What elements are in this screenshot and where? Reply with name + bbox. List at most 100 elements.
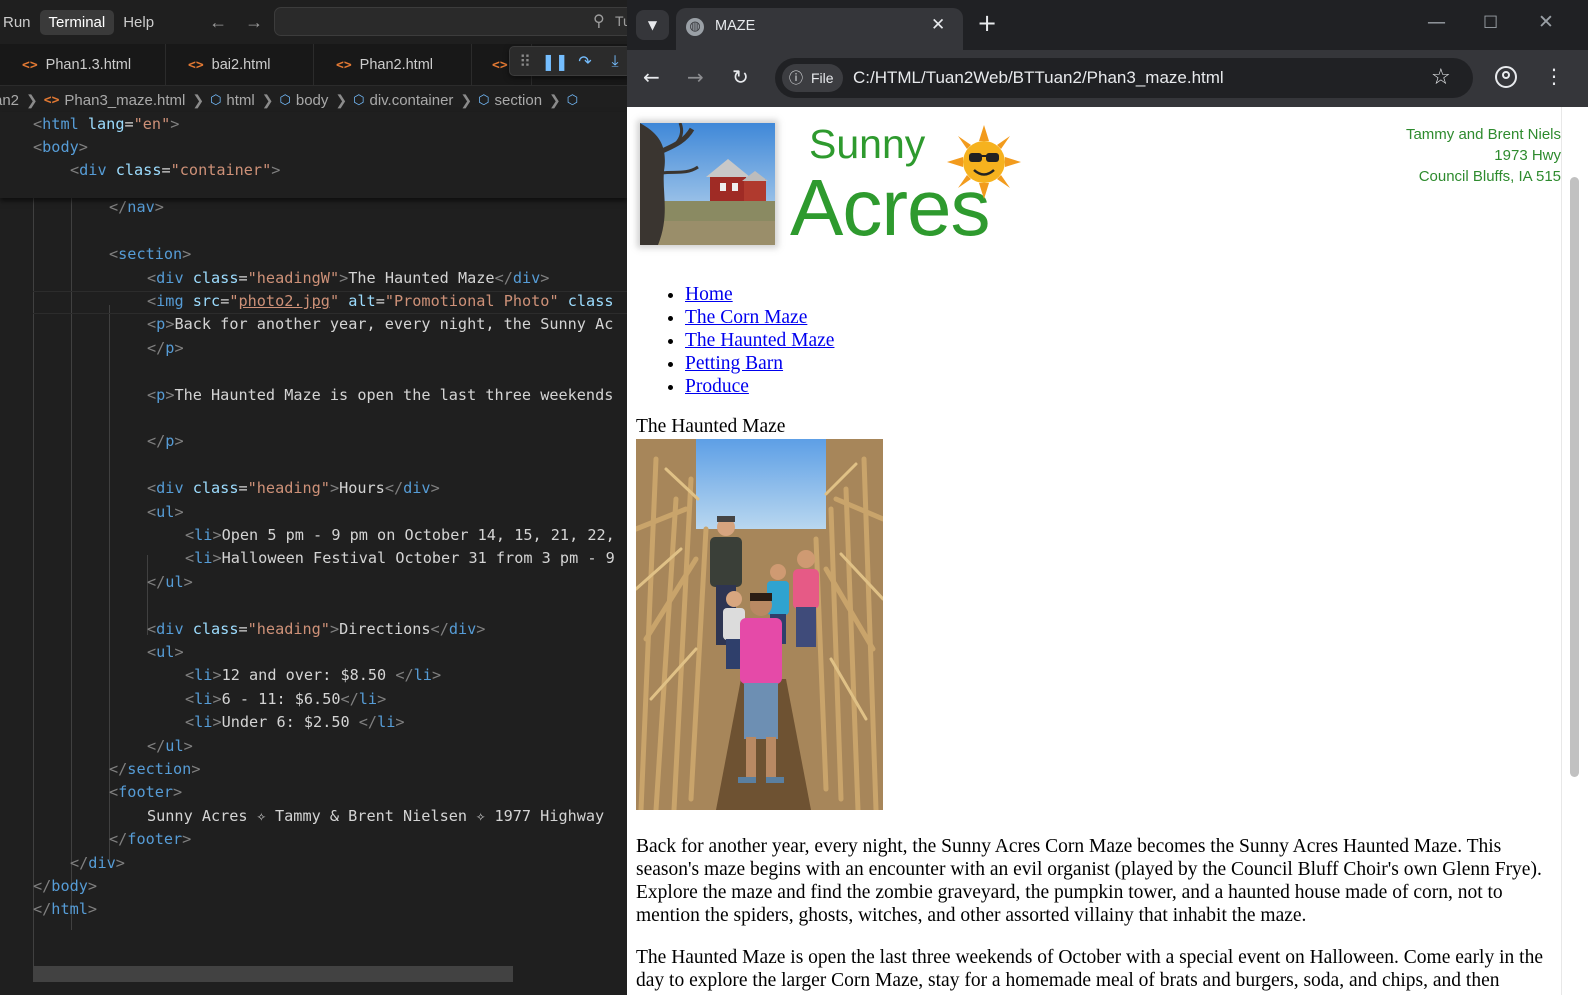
forward-arrow-icon[interactable]: → (245, 12, 263, 33)
code-line[interactable]: <ul> (147, 641, 184, 664)
address-line: Tammy and Brent Niels (1405, 126, 1561, 143)
sticky-code-line[interactable]: <html lang="en"> (33, 113, 179, 136)
breadcrumb-item[interactable]: ⬡ div.container (353, 92, 453, 109)
code-line[interactable]: <div class="heading">Directions</div> (147, 618, 485, 641)
nav-link-home[interactable]: Home (685, 284, 733, 305)
browser-window: ▼ ◍ MAZE ✕ + — ☐ ✕ ← → ↻ ⓘ File C:/HTML/… (627, 0, 1588, 995)
nav-item: Produce (685, 375, 834, 398)
chevron-right-icon: ❯ (192, 91, 205, 108)
code-editor[interactable]: </nav></nav><section><div class="heading… (0, 112, 627, 982)
code-line[interactable]: Sunny Acres ✧ Tammy & Brent Nielsen ✧ 19… (147, 805, 604, 828)
html-file-icon: <> (22, 57, 38, 73)
code-line[interactable]: <footer> (109, 781, 182, 804)
code-line[interactable]: <ul> (147, 501, 184, 524)
menu-terminal[interactable]: Terminal (39, 9, 115, 35)
new-tab-plus-icon[interactable]: + (977, 9, 997, 37)
reload-icon[interactable]: ↻ (732, 65, 749, 89)
breadcrumb-item[interactable]: ⬡ body (280, 92, 329, 109)
breadcrumb-label: an2 (0, 91, 20, 109)
horizontal-scrollbar[interactable] (33, 966, 513, 982)
code-line[interactable]: </ul> (147, 735, 193, 758)
code-line[interactable]: <li>Under 6: $2.50 </li> (185, 711, 405, 734)
nav-link-petting-barn[interactable]: Petting Barn (685, 353, 783, 374)
chevron-right-icon: ❯ (26, 91, 38, 108)
arrow-left-icon[interactable]: ← (643, 65, 660, 89)
element-icon: ⬡ (210, 92, 222, 107)
breadcrumb-item[interactable]: <> Phan3_maze.html (44, 92, 186, 109)
drag-handle-icon[interactable]: ⠿ (510, 52, 540, 71)
code-line[interactable]: <div class="heading">Hours</div> (147, 477, 440, 500)
site-info-chip[interactable]: ⓘ File (782, 64, 843, 92)
nav-link-corn-maze[interactable]: The Corn Maze (685, 307, 807, 328)
minimize-icon[interactable]: — (1427, 11, 1446, 33)
browser-tab[interactable]: ◍ MAZE ✕ (676, 8, 963, 50)
sticky-scroll-header: <html lang="en"> <body> <div class="contai… (0, 112, 627, 198)
pause-icon[interactable]: ❚❚ (540, 52, 570, 71)
sticky-code-line[interactable]: <body> (33, 136, 88, 159)
breadcrumb-label: div.container (369, 91, 454, 109)
chevron-right-icon: ❯ (335, 91, 348, 108)
nav-link-produce[interactable]: Produce (685, 376, 749, 397)
code-line[interactable]: <img src="photo2.jpg" alt="Promotional P… (147, 290, 613, 313)
code-line[interactable]: <section> (109, 243, 191, 266)
paragraph: The Haunted Maze is open the last three … (636, 947, 1543, 991)
step-into-icon[interactable]: ⤓ (600, 51, 627, 71)
maximize-icon[interactable]: ☐ (1483, 13, 1498, 33)
editor-tab[interactable]: <> Phan1.3.html (0, 44, 166, 86)
code-line[interactable]: <li>6 - 11: $6.50</li> (185, 688, 386, 711)
code-line[interactable]: </html> (33, 898, 97, 921)
code-line[interactable]: </div> (70, 852, 125, 875)
editor-tab[interactable]: <> bai2.html (166, 44, 314, 86)
code-line[interactable]: <p>Back for another year, every night, t… (147, 313, 613, 336)
code-line[interactable]: <li>Halloween Festival October 31 from 3… (185, 547, 615, 570)
tab-search-chevron-icon[interactable]: ▼ (636, 10, 669, 40)
indent-guide (71, 175, 72, 930)
nav-item: Petting Barn (685, 352, 834, 375)
profile-icon[interactable] (1495, 66, 1517, 88)
url-text[interactable]: C:/HTML/Tuan2Web/BTTuan2/Phan3_maze.html (853, 68, 1224, 88)
html-file-icon: <> (336, 57, 352, 73)
nav-item: The Corn Maze (685, 306, 834, 329)
code-line[interactable]: </ul> (147, 571, 193, 594)
kebab-menu-icon[interactable]: ⋮ (1544, 64, 1564, 88)
breadcrumb-item[interactable]: ⬡ html (210, 92, 255, 109)
sun-with-sunglasses-icon (947, 125, 1021, 199)
address-block: Tammy and Brent Niels 1973 Hwy Council B… (1347, 124, 1561, 187)
breadcrumb-item[interactable]: an2 (0, 92, 19, 109)
arrow-right-icon[interactable]: → (687, 65, 704, 89)
step-over-icon[interactable]: ↷ (570, 52, 600, 71)
menu-run[interactable]: Run (0, 10, 40, 35)
code-line[interactable]: </section> (109, 758, 200, 781)
scrollbar-thumb[interactable] (1570, 177, 1579, 777)
vertical-scrollbar[interactable] (1561, 107, 1588, 995)
command-center[interactable]: ⚲ Tu (274, 7, 627, 36)
sticky-code-line[interactable]: <div class="container"> (70, 159, 280, 182)
code-line[interactable]: <div class="headingW">The Haunted Maze</… (147, 267, 549, 290)
code-line[interactable]: </footer> (109, 828, 191, 851)
code-line[interactable]: <li>Open 5 pm - 9 pm on October 14, 15, … (185, 524, 615, 547)
code-line[interactable]: </body> (33, 875, 97, 898)
code-line[interactable]: </nav> (109, 196, 164, 219)
breadcrumb-item[interactable]: ⬡ (567, 92, 583, 108)
tab-title: MAZE (715, 18, 756, 34)
address-bar[interactable]: ⓘ File C:/HTML/Tuan2Web/BTTuan2/Phan3_ma… (775, 58, 1473, 98)
code-line[interactable]: </p> (147, 430, 184, 453)
element-icon: ⬡ (353, 92, 365, 107)
menu-help[interactable]: Help (114, 10, 163, 35)
nav-link-haunted-maze[interactable]: The Haunted Maze (685, 330, 834, 351)
vscode-window: Run Terminal Help ← → ⚲ Tu <> Phan1.3.ht… (0, 0, 627, 995)
breadcrumb-item[interactable]: ⬡ section (478, 92, 542, 109)
page-viewport: Sunny Acres Tammy and Brent Niels 1973 H… (627, 107, 1561, 995)
window-close-icon[interactable]: ✕ (1538, 11, 1554, 33)
star-icon[interactable]: ☆ (1431, 65, 1451, 90)
back-arrow-icon[interactable]: ← (209, 12, 227, 33)
chevron-right-icon: ❯ (549, 91, 561, 108)
code-line[interactable]: </p> (147, 337, 184, 360)
info-icon: ⓘ (789, 70, 803, 86)
breadcrumb: an2 ❯ <>Phan3_maze.html ❯ ⬡html ❯ ⬡body … (0, 88, 627, 112)
tab-label: Phan2.html (359, 57, 434, 73)
code-line[interactable]: <li>12 and over: $8.50 </li> (185, 664, 441, 687)
close-tab-icon[interactable]: ✕ (931, 15, 945, 35)
editor-tab[interactable]: <> Phan2.html (314, 44, 472, 86)
code-line[interactable]: <p>The Haunted Maze is open the last thr… (147, 384, 613, 407)
